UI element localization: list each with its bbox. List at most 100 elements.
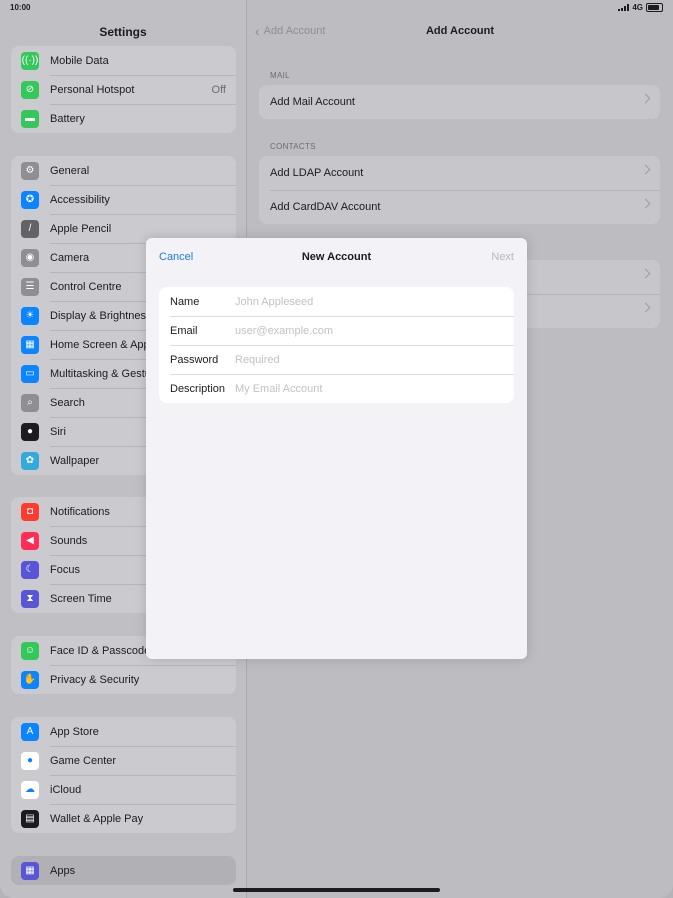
status-indicators: 4G [618,3,663,12]
name-row: Name [159,287,514,316]
cellular-signal-icon [618,4,630,11]
name-field[interactable] [235,295,495,308]
sidebar-item-label: iCloud [50,783,82,796]
password-field[interactable] [235,353,495,366]
control-centre-icon: ☰ [21,277,39,296]
hand-icon: ✋ [21,670,39,689]
sidebar-item-label: Game Center [50,754,117,767]
moon-icon: ☾ [21,560,39,579]
status-time: 10:00 [10,3,31,12]
sidebar-item-value: Off [211,83,226,96]
hourglass-icon: ⧗ [21,589,39,608]
email-row: Email [159,316,514,345]
sidebar-item-label: Notifications [50,505,110,518]
wallpaper-icon: ✿ [21,451,39,470]
siri-icon: ● [21,422,39,441]
battery-icon: ▬ [21,109,39,128]
sidebar-item-label: Apple Pencil [50,222,112,235]
description-label: Description [170,382,226,395]
add-ldap-account-row[interactable]: Add LDAP Account [259,156,660,190]
add-account-title: Add Account [425,25,495,37]
sidebar-item-label: App Store [50,725,99,738]
chevron-right-icon [640,93,651,104]
sidebar-item-label: Search [50,396,85,409]
home-screen-icon: ▦ [21,335,39,354]
sidebar-item-app-store[interactable]: A App Store [11,717,236,746]
description-row: Description [159,374,514,403]
add-carddav-account-label: Add CardDAV Account [270,201,381,213]
sidebar-item-label: Accessibility [50,193,110,206]
sidebar-item-label: Screen Time [50,592,112,605]
settings-group5: A App Store ● Game Center ☁ iCloud ▤ Wallet & A… [11,717,236,833]
sidebar-item-label: Siri [50,425,66,438]
sidebar-item-label: Mobile Data [50,54,109,67]
mail-group: Add Mail Account [259,85,660,119]
multitasking-icon: ▭ [21,364,39,383]
sidebar-item-label: Battery [50,112,85,125]
account-form: Name Email Password Description [159,287,514,403]
contacts-section-header: CONTACTS [270,142,316,151]
sidebar-item-label: Privacy & Security [50,673,140,686]
sidebar-item-label: Wallpaper [50,454,100,467]
sidebar-item-label: Personal Hotspot [50,83,135,96]
settings-title: Settings [99,25,147,39]
camera-icon: ◉ [21,248,39,267]
sidebar-item-game-center[interactable]: ● Game Center [11,746,236,775]
sidebar-item-label: Control Centre [50,280,122,293]
name-label: Name [170,295,200,308]
sidebar-item-accessibility[interactable]: ✪ Accessibility [11,185,236,214]
hotspot-link-icon: ⊘ [21,80,39,99]
wallet-icon: ▤ [21,809,39,828]
sidebar-item-personal-hotspot[interactable]: ⊘ Personal Hotspot Off [11,75,236,104]
cloud-icon: ☁ [21,780,39,799]
chevron-right-icon [640,302,651,313]
new-account-sheet: New Account Cancel Next Name Email Passw… [146,238,527,659]
sidebar-item-general[interactable]: ⚙ General [11,156,236,185]
brightness-icon: ☀ [21,306,39,325]
sidebar-item-label: Face ID & Passcode [50,644,151,657]
cancel-button[interactable]: Cancel [159,251,193,263]
sidebar-item-icloud[interactable]: ☁ iCloud [11,775,236,804]
password-row: Password [159,345,514,374]
email-label: Email [170,324,198,337]
next-button[interactable]: Next [491,251,514,263]
chevron-right-icon [640,268,651,279]
mail-section-header: MAIL [270,71,290,80]
gear-icon: ⚙ [21,161,39,180]
add-mail-account-label: Add Mail Account [270,96,355,108]
sidebar-item-label: General [50,164,90,177]
app-store-icon: A [21,722,39,741]
sidebar-item-label: Wallet & Apple Pay [50,812,144,825]
chevron-right-icon [640,164,651,175]
speaker-icon: ◀ [21,531,39,550]
email-field[interactable] [235,324,495,337]
add-carddav-account-row[interactable]: Add CardDAV Account [259,190,660,224]
sidebar-item-apps[interactable]: ▦ Apps [11,856,236,885]
face-id-icon: ☺ [21,641,39,660]
ipad-screen: Settings ((·)) Mobile Data ⊘ Personal Hotsp… [0,0,673,898]
game-center-icon: ● [21,751,39,770]
sidebar-item-mobile-data[interactable]: ((·)) Mobile Data [11,46,236,75]
accessibility-icon: ✪ [21,190,39,209]
add-mail-account-row[interactable]: Add Mail Account [259,85,660,119]
home-indicator[interactable] [233,888,440,892]
settings-group6: ▦ Apps [11,856,236,885]
sidebar-item-wallet-apple-pay[interactable]: ▤ Wallet & Apple Pay [11,804,236,833]
settings-group1: ((·)) Mobile Data ⊘ Personal Hotspot Off ▬ Bat… [11,46,236,133]
description-field[interactable] [235,382,495,395]
sidebar-item-privacy-security[interactable]: ✋ Privacy & Security [11,665,236,694]
antenna-icon: ((·)) [21,51,39,70]
password-label: Password [170,353,219,366]
sidebar-item-label: Display & Brightness [50,309,152,322]
add-ldap-account-label: Add LDAP Account [270,167,364,179]
sidebar-item-label: Camera [50,251,90,264]
new-account-title: New Account [301,251,372,263]
pencil-icon: / [21,219,39,238]
sidebar-item-label: Apps [50,864,76,877]
battery-status-icon [646,3,663,12]
sidebar-item-battery[interactable]: ▬ Battery [11,104,236,133]
apps-grid-icon: ▦ [21,861,39,880]
contacts-group: Add LDAP Account Add CardDAV Account [259,156,660,224]
search-icon: ⌕ [21,393,39,412]
chevron-right-icon [640,198,651,209]
